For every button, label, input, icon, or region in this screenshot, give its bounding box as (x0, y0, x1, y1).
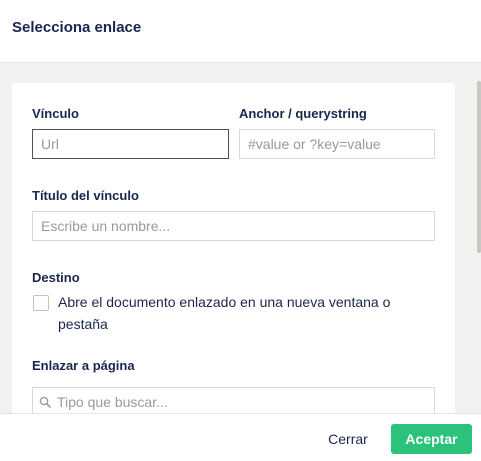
dialog-footer: Cerrar Aceptar (0, 413, 481, 461)
anchor-input[interactable] (239, 129, 435, 159)
dialog-title: Selecciona enlace (12, 19, 142, 36)
search-icon (39, 396, 51, 408)
link-title-input[interactable] (32, 211, 435, 241)
scrollbar[interactable] (477, 63, 481, 413)
page-search-input[interactable] (57, 388, 427, 413)
url-input[interactable] (32, 129, 229, 159)
new-window-checkbox-label[interactable]: Abre el documento enlazado en una nueva … (58, 291, 418, 335)
accept-button[interactable]: Aceptar (391, 424, 472, 454)
link-title-label: Título del vínculo (32, 188, 139, 203)
dialog-header: Selecciona enlace (0, 0, 481, 63)
page-search-field[interactable] (32, 387, 435, 413)
dialog-body: Vínculo Anchor / querystring Título del … (0, 63, 481, 413)
new-window-checkbox[interactable] (33, 295, 49, 311)
scrollbar-thumb[interactable] (477, 81, 481, 253)
target-label: Destino (32, 270, 80, 285)
link-label: Vínculo (32, 106, 79, 121)
anchor-label: Anchor / querystring (239, 106, 367, 121)
link-form-panel: Vínculo Anchor / querystring Título del … (12, 83, 455, 413)
cancel-button[interactable]: Cerrar (318, 424, 378, 454)
link-to-page-label: Enlazar a página (32, 358, 135, 373)
